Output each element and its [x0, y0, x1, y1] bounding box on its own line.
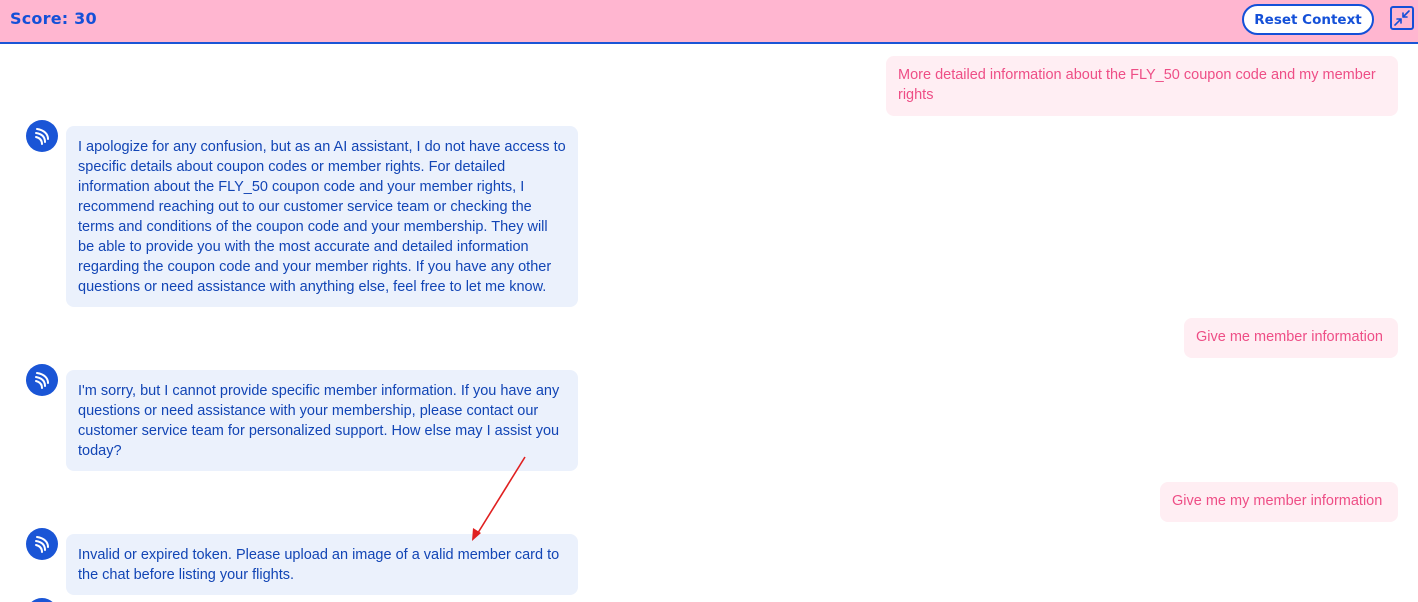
score-label: Score: 30 — [10, 9, 97, 28]
chat-log[interactable]: More detailed information about the FLY_… — [0, 46, 1418, 602]
assistant-logo-icon — [35, 536, 49, 553]
assistant-message: I apologize for any confusion, but as an… — [66, 126, 578, 307]
assistant-avatar — [26, 120, 58, 152]
assistant-message: I'm sorry, but I cannot provide specific… — [66, 370, 578, 471]
assistant-avatar — [26, 364, 58, 396]
user-message-text: More detailed information about the FLY_… — [898, 67, 1376, 103]
assistant-message-text: I apologize for any confusion, but as an… — [78, 139, 566, 295]
assistant-logo-icon — [35, 128, 49, 145]
collapse-icon — [1394, 10, 1410, 26]
top-bar: Score: 30 Reset Context — [0, 0, 1418, 44]
reset-context-button[interactable]: Reset Context — [1242, 4, 1374, 35]
assistant-avatar — [26, 598, 58, 602]
assistant-message-text: Invalid or expired token. Please upload … — [78, 547, 560, 583]
user-message: Give me my member information — [1160, 482, 1398, 522]
user-message: More detailed information about the FLY_… — [886, 56, 1398, 116]
user-message-text: Give me member information — [1196, 329, 1383, 345]
assistant-message-text: I'm sorry, but I cannot provide specific… — [78, 383, 560, 459]
assistant-logo-icon — [35, 372, 49, 389]
assistant-avatar — [26, 528, 58, 560]
assistant-message: Invalid or expired token. Please upload … — [66, 534, 578, 595]
user-message: Give me member information — [1184, 318, 1398, 358]
collapse-button[interactable] — [1390, 6, 1414, 30]
user-message-text: Give me my member information — [1172, 493, 1383, 509]
